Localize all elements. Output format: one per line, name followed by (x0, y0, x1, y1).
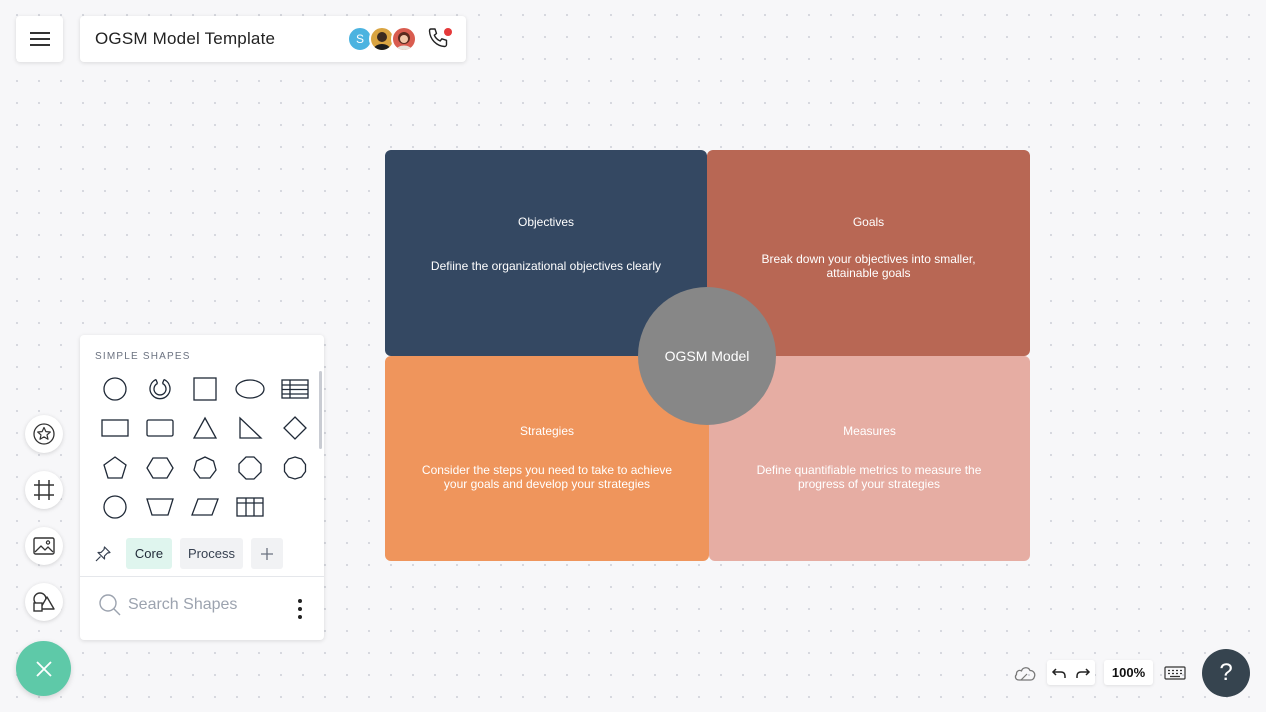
quadrant-title: Measures (843, 424, 896, 438)
hamburger-icon (29, 32, 50, 46)
shape-heptagon[interactable] (182, 448, 227, 488)
shape-search (98, 593, 278, 617)
image-icon (33, 537, 55, 555)
trapezoid-icon (145, 498, 174, 516)
plus-icon (261, 547, 273, 560)
shape-hexagon[interactable] (137, 448, 182, 488)
pin-library-button[interactable] (88, 538, 118, 569)
redo-icon[interactable] (1075, 666, 1091, 680)
shape-octagon[interactable] (227, 448, 272, 488)
document-title[interactable]: OGSM Model Template (95, 29, 275, 49)
user-photo-icon (373, 32, 391, 50)
pentagon-icon (102, 455, 127, 479)
cloud-icon (1014, 667, 1036, 681)
center-label: OGSM Model (664, 348, 750, 364)
shape-ellipse[interactable] (227, 369, 272, 409)
shapes-icon (33, 592, 55, 612)
tab-core[interactable]: Core (126, 538, 172, 569)
quadrant-title: Strategies (519, 424, 575, 438)
shape-grid (92, 369, 316, 527)
search-icon (99, 594, 121, 616)
triangle-icon (192, 416, 217, 439)
shape-rectangle[interactable] (92, 409, 137, 449)
shape-circle-outline[interactable] (92, 488, 137, 528)
search-input[interactable] (128, 596, 278, 614)
cloud-sync-button[interactable] (1012, 661, 1038, 685)
kebab-dot (298, 615, 302, 619)
close-icon (35, 660, 52, 677)
shape-parallelogram[interactable] (182, 488, 227, 528)
octagon-icon (237, 456, 262, 480)
quadrant-title: Objectives (517, 215, 575, 229)
quadrant-description: Define quantifiable metrics to measure t… (756, 463, 982, 491)
ellipse-icon (234, 379, 265, 399)
panel-scrollbar[interactable] (319, 371, 322, 449)
menu-button[interactable] (16, 16, 63, 62)
help-icon: ? (1219, 659, 1233, 686)
rectangle-icon (100, 419, 129, 437)
image-tool-button[interactable] (25, 527, 63, 565)
shapes-tool-button[interactable] (25, 583, 63, 621)
shape-circle[interactable] (92, 369, 137, 409)
kebab-dot (298, 599, 302, 603)
user-photo-icon (396, 32, 412, 50)
shape-diamond[interactable] (272, 409, 317, 449)
circle-icon (102, 377, 127, 401)
close-panel-button[interactable] (16, 641, 71, 696)
quadrant-description: Consider the steps you need to take to a… (421, 463, 673, 491)
quadrant-title: Goals (852, 215, 885, 229)
diamond-icon (282, 416, 307, 441)
title-bar: OGSM Model Template S (80, 16, 466, 62)
zoom-level[interactable]: 100% (1104, 660, 1153, 685)
right-triangle-icon (238, 416, 263, 439)
square-icon (192, 377, 217, 401)
kebab-dot (298, 607, 302, 611)
shape-pentagon[interactable] (92, 448, 137, 488)
shape-arc[interactable] (137, 369, 182, 409)
favorites-button[interactable] (25, 415, 63, 453)
parallelogram-icon (190, 498, 219, 516)
star-icon (33, 423, 55, 445)
collaborator-avatars: S (347, 26, 417, 52)
shape-decagon[interactable] (272, 448, 317, 488)
grid-table-icon (235, 497, 264, 517)
shape-rounded-rectangle[interactable] (137, 409, 182, 449)
help-button[interactable]: ? (1202, 649, 1250, 697)
circle-icon (102, 495, 127, 519)
keyboard-icon (1164, 666, 1186, 680)
table-icon (280, 379, 309, 399)
quadrant-description: Break down your objectives into smaller,… (761, 252, 976, 280)
keyboard-shortcuts-button[interactable] (1162, 661, 1188, 685)
notification-dot (444, 28, 452, 36)
pin-icon (95, 545, 111, 561)
hexagon-icon (145, 457, 174, 479)
call-button[interactable] (426, 26, 454, 52)
ogsm-center-circle[interactable]: OGSM Model (638, 287, 776, 425)
avatar[interactable] (391, 26, 417, 52)
shape-triangle[interactable] (182, 409, 227, 449)
undo-redo-group (1047, 660, 1095, 685)
undo-icon[interactable] (1051, 666, 1067, 680)
rounded-rectangle-icon (145, 419, 174, 437)
shape-right-triangle[interactable] (227, 409, 272, 449)
quadrant-description: Defiine the organizational objectives cl… (430, 259, 662, 273)
shape-trapezoid[interactable] (137, 488, 182, 528)
arc-icon (148, 378, 171, 399)
shape-square[interactable] (182, 369, 227, 409)
panel-heading: SIMPLE SHAPES (95, 351, 191, 362)
add-library-button[interactable] (251, 538, 283, 569)
decagon-icon (283, 456, 306, 480)
heptagon-icon (192, 456, 217, 479)
shape-table[interactable] (272, 369, 317, 409)
tab-process[interactable]: Process (180, 538, 243, 569)
shape-grid-table[interactable] (227, 488, 272, 528)
library-tabs: Core Process (88, 538, 283, 569)
shapes-panel: SIMPLE SHAPES Core Process (80, 335, 324, 640)
divider (80, 576, 324, 577)
more-options-button[interactable] (292, 597, 308, 621)
frame-icon (34, 480, 54, 500)
frame-tool-button[interactable] (25, 471, 63, 509)
